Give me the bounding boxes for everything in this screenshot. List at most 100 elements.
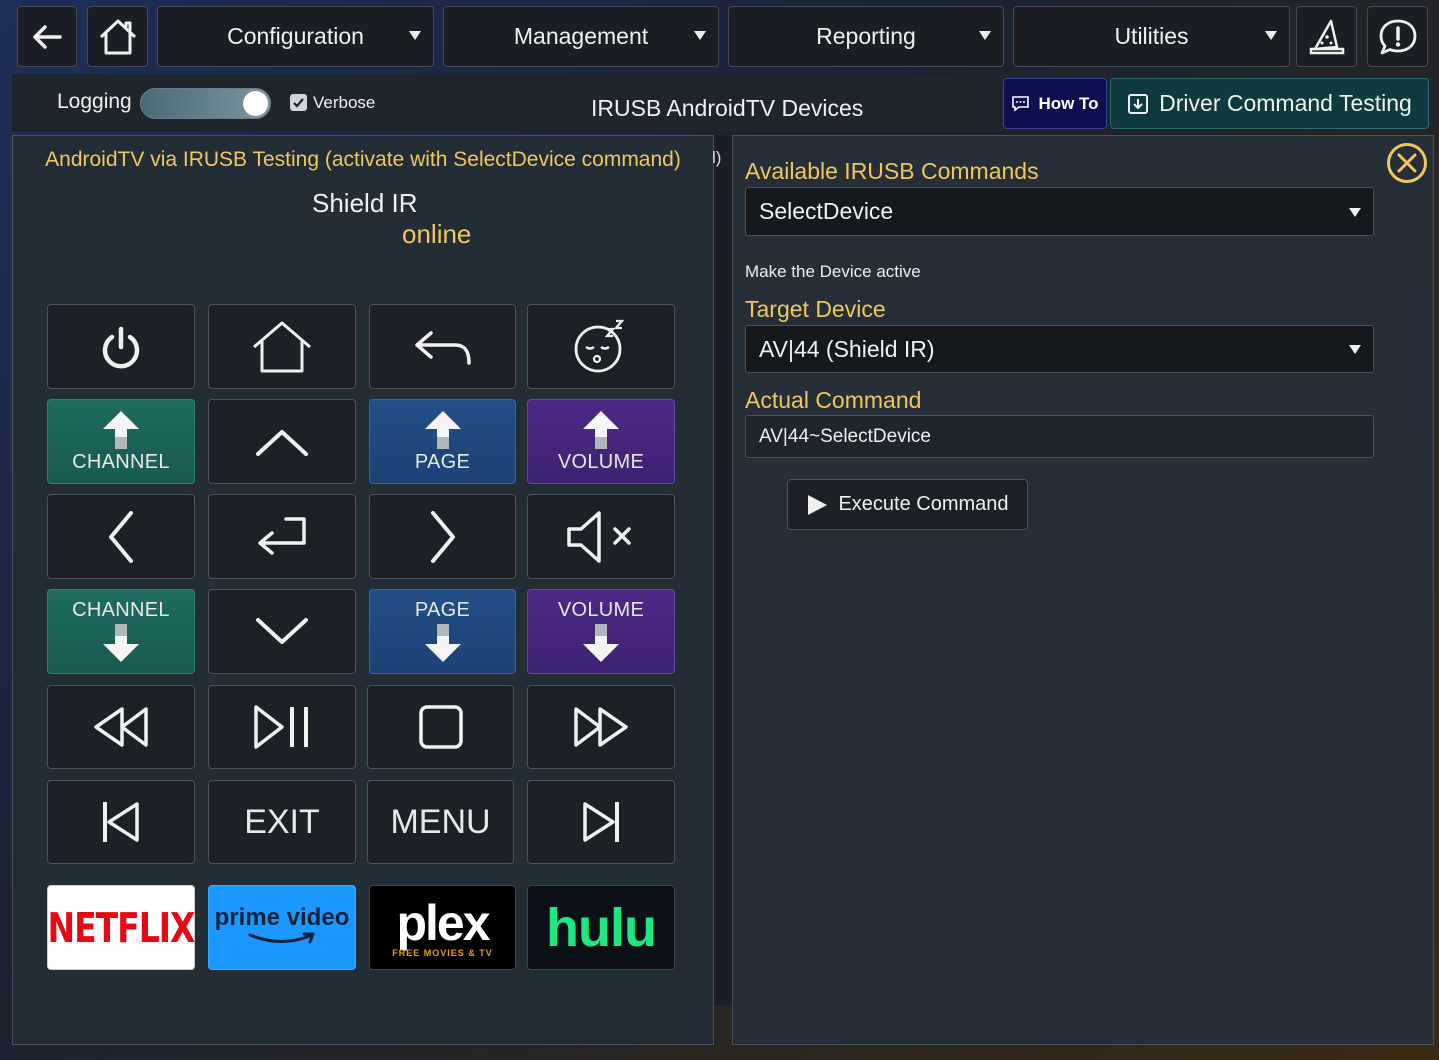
exit-button[interactable]: EXIT bbox=[208, 780, 356, 864]
wizard-button[interactable] bbox=[1296, 6, 1357, 67]
netflix-button[interactable]: NETFLIX bbox=[47, 885, 195, 970]
chevron-down-icon bbox=[409, 31, 421, 40]
skip-next-icon bbox=[583, 802, 619, 842]
rewind-icon bbox=[94, 707, 148, 747]
arrow-down-icon bbox=[424, 624, 461, 662]
selected-command-value: SelectDevice bbox=[759, 198, 894, 224]
channel-down-button[interactable]: CHANNEL bbox=[47, 589, 195, 674]
plex-button[interactable]: plex FREE MOVIES & TV bbox=[369, 885, 516, 970]
menu-button[interactable]: MENU bbox=[367, 780, 514, 864]
page-down-button[interactable]: PAGE bbox=[369, 589, 516, 674]
chevron-down-icon bbox=[694, 31, 706, 40]
volume-up-button[interactable]: VOLUME bbox=[527, 399, 675, 484]
prime-video-button[interactable]: prime video bbox=[208, 885, 356, 970]
hulu-button[interactable]: hulu bbox=[527, 885, 675, 970]
arrow-down-icon bbox=[103, 624, 139, 662]
actual-command-label: Actual Command bbox=[745, 387, 922, 413]
skip-previous-icon bbox=[103, 802, 139, 842]
close-circle-icon bbox=[1387, 143, 1427, 183]
netflix-logo: NETFLIX bbox=[47, 903, 196, 952]
sleep-face-icon bbox=[574, 319, 625, 372]
execute-command-label: Execute Command bbox=[838, 493, 1009, 515]
chevron-down-icon bbox=[1349, 345, 1361, 354]
home-button[interactable] bbox=[87, 6, 148, 67]
actual-command-value: AV|44~SelectDevice bbox=[759, 425, 931, 447]
management-menu-label: Management bbox=[513, 23, 649, 49]
utilities-menu[interactable]: Utilities bbox=[1013, 6, 1290, 67]
command-description: Make the Device active bbox=[745, 262, 921, 281]
logging-toggle-knob[interactable] bbox=[243, 91, 268, 116]
exclamation-chat-icon bbox=[1379, 19, 1416, 54]
utilities-menu-label: Utilities bbox=[1114, 23, 1189, 49]
checkmark-icon bbox=[293, 98, 304, 108]
enter-icon bbox=[258, 516, 306, 555]
channel-up-label: CHANNEL bbox=[72, 451, 170, 473]
back-button[interactable] bbox=[17, 6, 77, 67]
how-to-label: How To bbox=[1038, 93, 1099, 113]
rewind-button[interactable] bbox=[47, 685, 195, 769]
alert-button[interactable] bbox=[1367, 6, 1428, 67]
page-down-label: PAGE bbox=[414, 599, 471, 621]
arrow-up-icon bbox=[583, 411, 619, 449]
target-device-value: AV|44 (Shield IR) bbox=[759, 335, 935, 362]
volume-down-button[interactable]: VOLUME bbox=[527, 589, 675, 674]
chevron-right-icon bbox=[430, 510, 455, 563]
prime-video-logo: prime video bbox=[214, 903, 350, 931]
arrow-left-icon bbox=[33, 24, 62, 49]
page-title: IRUSB AndroidTV Devices bbox=[591, 95, 864, 121]
play-pause-button[interactable] bbox=[208, 685, 356, 769]
sleep-button[interactable] bbox=[527, 304, 675, 389]
dpad-right-button[interactable] bbox=[369, 494, 516, 579]
enter-button[interactable] bbox=[208, 494, 356, 579]
available-commands-select[interactable]: SelectDevice bbox=[745, 187, 1374, 236]
logging-label: Logging bbox=[57, 90, 132, 113]
fast-forward-button[interactable] bbox=[527, 685, 675, 769]
dpad-up-button[interactable] bbox=[208, 399, 356, 484]
close-button[interactable] bbox=[1386, 142, 1428, 184]
channel-down-label: CHANNEL bbox=[72, 599, 170, 621]
page-up-button[interactable]: PAGE bbox=[369, 399, 516, 484]
skip-previous-button[interactable] bbox=[47, 780, 195, 864]
smile-arrow-icon bbox=[248, 932, 315, 943]
skip-next-button[interactable] bbox=[527, 780, 675, 864]
fast-forward-icon bbox=[574, 707, 628, 747]
device-status: online bbox=[402, 219, 472, 249]
channel-up-button[interactable]: CHANNEL bbox=[47, 399, 195, 484]
management-menu[interactable]: Management bbox=[443, 6, 719, 67]
reporting-menu[interactable]: Reporting bbox=[728, 6, 1004, 67]
driver-command-testing-label: Driver Command Testing bbox=[1159, 90, 1412, 116]
verbose-label: Verbose bbox=[313, 93, 376, 112]
power-button[interactable] bbox=[47, 304, 195, 389]
reporting-menu-label: Reporting bbox=[816, 23, 916, 49]
back-remote-button[interactable] bbox=[369, 304, 516, 389]
target-device-select[interactable]: AV|44 (Shield IR) bbox=[745, 325, 1374, 373]
verbose-checkbox[interactable] bbox=[290, 94, 307, 111]
mute-icon bbox=[567, 510, 631, 563]
chevron-down-icon bbox=[1265, 31, 1277, 40]
dpad-down-button[interactable] bbox=[208, 589, 356, 674]
play-icon bbox=[808, 494, 828, 515]
volume-up-label: VOLUME bbox=[557, 451, 645, 473]
execute-command-button[interactable]: Execute Command bbox=[787, 479, 1028, 530]
menu-label: MENU bbox=[390, 802, 491, 841]
driver-command-testing-button[interactable]: Driver Command Testing bbox=[1110, 78, 1429, 129]
download-box-icon bbox=[1128, 93, 1149, 114]
dpad-left-button[interactable] bbox=[47, 494, 195, 579]
home-remote-button[interactable] bbox=[208, 304, 356, 389]
chevron-up-icon bbox=[256, 429, 308, 456]
page-up-label: PAGE bbox=[414, 451, 471, 473]
chevron-down-icon bbox=[1349, 207, 1361, 217]
mute-button[interactable] bbox=[527, 494, 675, 579]
actual-command-field[interactable]: AV|44~SelectDevice bbox=[745, 415, 1374, 458]
plex-logo: plex bbox=[396, 894, 490, 951]
play-pause-icon bbox=[254, 705, 308, 749]
available-commands-label: Available IRUSB Commands bbox=[745, 158, 1039, 184]
stop-icon bbox=[418, 705, 463, 749]
configuration-menu-label: Configuration bbox=[227, 23, 364, 49]
configuration-menu[interactable]: Configuration bbox=[157, 6, 434, 67]
return-arrow-icon bbox=[414, 330, 471, 365]
stop-button[interactable] bbox=[367, 685, 514, 769]
plex-subtitle: FREE MOVIES & TV bbox=[392, 947, 493, 958]
hulu-logo: hulu bbox=[546, 897, 657, 958]
how-to-button[interactable]: How To bbox=[1003, 78, 1107, 129]
